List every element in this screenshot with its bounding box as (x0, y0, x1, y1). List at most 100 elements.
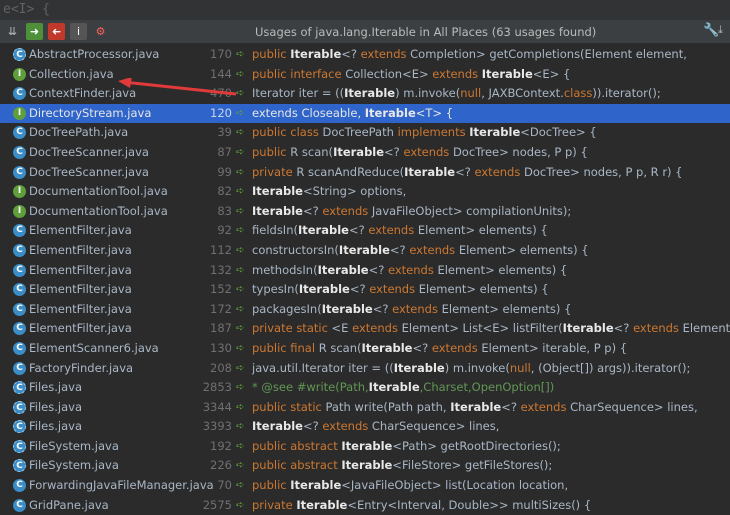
code-token: <? (372, 301, 393, 316)
line-number: 132 (210, 262, 232, 277)
abstract-class-icon: C (13, 439, 26, 453)
code-snippet: private R scanAndReduce(Iterable<? exten… (252, 163, 683, 183)
code-snippet: public Iterable<JavaFileObject> list(Loc… (252, 476, 568, 496)
usage-row[interactable]: C ElementFilter.java 92 ➪ fieldsIn(Iterable<… (0, 221, 730, 241)
usage-row[interactable]: C AbstractProcessor.java 170 ➪ public Iterab… (0, 45, 730, 65)
code-token: constructorsIn( (252, 242, 339, 257)
code-token: )).iterator(); (592, 86, 661, 101)
usage-row[interactable]: I DocumentationTool.java 82 ➪ Iterable<Strin… (0, 182, 730, 202)
code-token: R scan( (318, 340, 362, 355)
code-token: <String> options, (302, 184, 407, 199)
usage-row[interactable]: C DocTreePath.java 39 ➪ public class DocTree… (0, 123, 730, 143)
usage-arrow-icon: ➪ (236, 460, 245, 472)
usages-list: C AbstractProcessor.java 170 ➪ public Iterab… (0, 45, 730, 515)
code-token: methodsIn( (252, 262, 318, 277)
code-token: java.util.Iterator iter = (( (252, 360, 394, 375)
code-token: <? (368, 262, 388, 277)
pin-icon[interactable]: ⤓ (718, 23, 723, 37)
next-occurrence-icon[interactable]: ➜ (26, 23, 43, 40)
usage-row[interactable]: C Files.java 3393 ➪ Iterable<? extends CharS… (0, 417, 730, 437)
line-number: 3344 (202, 399, 232, 414)
interface-icon: I (13, 106, 26, 120)
usage-row[interactable]: C ContextFinder.java 470 ➪ Iterator iter = (… (0, 84, 730, 104)
usage-row[interactable]: I DirectoryStream.java 120 ➪ extends Closeab… (0, 103, 730, 124)
interface-icon: I (13, 204, 26, 218)
code-token: Element> elements) { (437, 262, 568, 277)
usage-row[interactable]: C FactoryFinder.java 208 ➪ java.util.Iterato… (0, 359, 730, 379)
line-number: 2853 (202, 380, 232, 395)
code-token: CharSequence> lines, (570, 399, 698, 414)
usage-row[interactable]: C ElementScanner6.java 130 ➪ public final R … (0, 339, 730, 359)
line-number: 112 (210, 242, 232, 257)
code-snippet: constructorsIn(Iterable<? extends Elemen… (252, 241, 589, 261)
line-number: 70 (217, 478, 232, 493)
code-token: Element> elements) { (458, 242, 589, 257)
usage-row[interactable]: C ElementFilter.java 152 ➪ typesIn(Iterable<… (0, 280, 730, 300)
usage-row[interactable]: C ElementFilter.java 112 ➪ constructorsIn(It… (0, 241, 730, 261)
code-token: <T> { (415, 105, 454, 120)
usage-arrow-icon: ➪ (236, 480, 245, 492)
usage-row[interactable]: C GridPane.java 2575 ➪ private Iterable<Entr… (0, 496, 730, 515)
usage-arrow-icon: ➪ (236, 225, 245, 237)
previous-occurrence-icon[interactable]: ➜ (48, 23, 65, 40)
file-name: Collection.java (29, 66, 114, 81)
usage-row[interactable]: C ForwardingJavaFileManager.java 70 ➪ public… (0, 476, 730, 496)
code-snippet: public interface Collection<E> extends I… (252, 65, 570, 85)
usage-row[interactable]: I DocumentationTool.java 83 ➪ Iterable<? ext… (0, 202, 730, 222)
usage-row[interactable]: C Files.java 3344 ➪ public static Path write… (0, 398, 730, 418)
line-number: 87 (217, 144, 232, 159)
usage-row[interactable]: C FileSystem.java 226 ➪ public abstract Iter… (0, 456, 730, 476)
file-name: ContextFinder.java (29, 86, 137, 101)
usage-row[interactable]: C Files.java 2853 ➪ * @see #write(Path,Itera… (0, 378, 730, 398)
code-token: extends (520, 399, 571, 414)
code-token: Iterable (321, 301, 373, 316)
code-snippet: public final R scan(Iterable<? extends E… (252, 339, 627, 359)
usage-arrow-icon: ➪ (236, 342, 245, 354)
code-token: private (252, 497, 297, 512)
usage-row[interactable]: I Collection.java 144 ➪ public interface Col… (0, 65, 730, 85)
usage-arrow-icon: ➪ (236, 205, 245, 217)
usage-arrow-icon: ➪ (236, 401, 245, 413)
line-number: 226 (210, 458, 232, 473)
line-number: 2575 (202, 497, 232, 512)
code-token: <? (412, 340, 432, 355)
code-token: Iterable (361, 340, 413, 355)
code-token: extends (322, 203, 372, 218)
wrench-icon[interactable]: 🔧 (703, 23, 719, 38)
code-token: null (509, 360, 531, 375)
line-number: 144 (210, 66, 232, 81)
code-snippet: packagesIn(Iterable<? extends Element> e… (252, 300, 571, 320)
code-token: ,Charset,OpenOption[]) (419, 380, 555, 395)
code-token: Element> List<E> listFilter( (401, 321, 563, 336)
code-token: <? (302, 203, 323, 218)
code-token: Iterable (368, 380, 420, 395)
usage-arrow-icon: ➪ (236, 421, 245, 433)
line-number: 152 (210, 282, 232, 297)
usage-row[interactable]: C ElementFilter.java 187 ➪ private static <E… (0, 319, 730, 339)
code-snippet: public static Path write(Path path, Iter… (252, 398, 698, 418)
usage-row[interactable]: C ElementFilter.java 172 ➪ packagesIn(Iterab… (0, 300, 730, 320)
usage-row[interactable]: C DocTreeScanner.java 99 ➪ private R scanAnd… (0, 163, 730, 183)
usage-arrow-icon: ➪ (236, 49, 245, 60)
expand-all-icon[interactable]: ⇊ (4, 23, 21, 40)
settings-icon[interactable]: ⚙ (92, 23, 109, 40)
file-name: ElementFilter.java (29, 282, 132, 297)
code-token: Iterable (450, 399, 502, 414)
file-name: GridPane.java (29, 497, 109, 512)
line-number: 92 (217, 223, 232, 238)
line-number: 470 (210, 86, 232, 101)
usage-row[interactable]: C ElementFilter.java 132 ➪ methodsIn(Iterabl… (0, 261, 730, 281)
usage-arrow-icon: ➪ (236, 186, 245, 198)
code-token: <Path> getRootDirectories(); (392, 438, 561, 453)
class-icon: C (13, 302, 26, 316)
code-token: <? (302, 419, 323, 434)
usage-row[interactable]: C FileSystem.java 192 ➪ public abstract Iter… (0, 437, 730, 457)
class-icon: C (13, 87, 26, 101)
line-number: 172 (210, 301, 232, 316)
info-icon[interactable]: i (70, 23, 87, 40)
line-number: 82 (217, 184, 232, 199)
usage-row[interactable]: C DocTreeScanner.java 87 ➪ public R scan(Ite… (0, 143, 730, 163)
code-token: Completion> getCompletions(Element eleme… (410, 47, 687, 61)
code-token: Iterable (317, 262, 369, 277)
code-token: <E> { (532, 66, 571, 81)
